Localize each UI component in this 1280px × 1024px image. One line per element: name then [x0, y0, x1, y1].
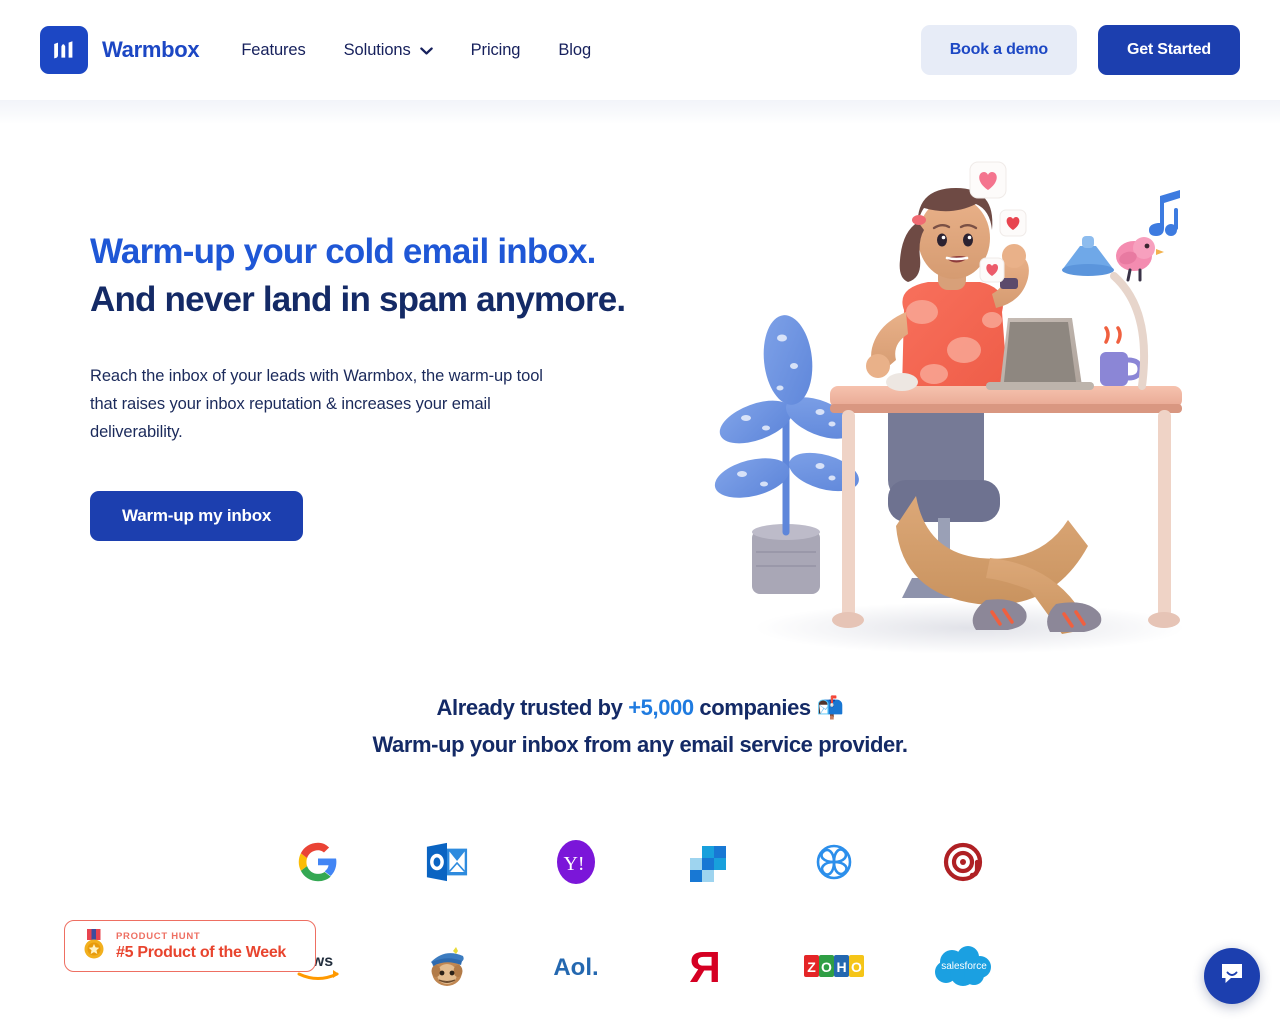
woman-at-desk-with-laptop-illustration: [690, 160, 1210, 680]
mailchimp-logo-icon: [382, 928, 511, 1004]
trusted-by-section: Already trusted by +5,000 companies 📬 Wa…: [0, 690, 1280, 763]
provider-logo-grid: Y! aws Aol. Я Z O H O salesforce: [0, 810, 1280, 1018]
nav-item-pricing[interactable]: Pricing: [471, 41, 521, 60]
svg-text:Y!: Y!: [563, 853, 584, 875]
book-a-demo-button[interactable]: Book a demo: [920, 25, 1077, 75]
sendinblue-logo-icon: [769, 824, 898, 900]
hero-copy: Warm-up your cold email inbox. And never…: [90, 228, 650, 541]
heart-sticker-medium: [999, 209, 1027, 237]
coffee-mug: [1100, 326, 1143, 386]
google-logo-icon: [253, 824, 382, 900]
bird: [1116, 237, 1164, 282]
header-actions: Book a demo Get Started: [920, 25, 1240, 75]
get-started-button[interactable]: Get Started: [1097, 25, 1240, 75]
chat-launcher-button[interactable]: [1204, 948, 1260, 1004]
mailbox-icon: 📬: [816, 695, 844, 720]
product-hunt-text: PRODUCT HUNT #5 Product of the Week: [116, 930, 286, 963]
warm-up-my-inbox-button[interactable]: Warm-up my inbox: [90, 491, 304, 541]
chat-bubble-icon: [1219, 961, 1245, 992]
mailgun-logo-icon: [898, 824, 1027, 900]
svg-text:H: H: [836, 959, 846, 975]
salesforce-logo-icon: salesforce: [898, 928, 1027, 1004]
chevron-down-icon: [419, 41, 433, 60]
main-nav: Features Solutions Pricing Blog: [241, 41, 591, 60]
trusted-by-subheadline: Warm-up your inbox from any email servic…: [372, 732, 908, 757]
nav-label: Blog: [558, 40, 592, 59]
site-header: Warmbox Features Solutions Pricing Blog …: [0, 0, 1280, 100]
svg-text:O: O: [851, 959, 862, 975]
brand-logo[interactable]: Warmbox: [40, 26, 200, 74]
brand-name: Warmbox: [102, 37, 200, 62]
heart-sticker-large: [969, 161, 1007, 199]
zoho-logo-icon: Z O H O: [769, 928, 898, 1004]
product-hunt-title: #5 Product of the Week: [116, 943, 287, 961]
svg-text:salesforce: salesforce: [941, 961, 987, 972]
outlook-logo-icon: [382, 824, 511, 900]
yahoo-logo-icon: Y!: [511, 824, 640, 900]
product-hunt-kicker: PRODUCT HUNT: [116, 930, 201, 942]
yandex-logo-icon: Я: [640, 928, 769, 1004]
nav-label: Pricing: [470, 40, 521, 59]
svg-text:Z: Z: [807, 959, 816, 975]
trust-company-count: +5,000: [628, 695, 694, 720]
microsoft365-logo-icon: [640, 824, 769, 900]
trusted-by-headline: Already trusted by +5,000 companies 📬: [0, 690, 1280, 726]
hero-section: Warm-up your cold email inbox. And never…: [0, 100, 1280, 660]
hero-headline-line2: And never land in spam anymore.: [90, 280, 626, 319]
heart-sticker-small: [979, 257, 1005, 283]
nav-label: Solutions: [343, 40, 411, 59]
svg-text:Aol.: Aol.: [553, 954, 598, 981]
hero-headline-line1: Warm-up your cold email inbox.: [90, 232, 596, 271]
header-shadow-band: [0, 100, 1280, 124]
nav-item-features[interactable]: Features: [241, 41, 305, 60]
nav-item-blog[interactable]: Blog: [558, 41, 591, 60]
trust-suffix: companies: [693, 695, 817, 720]
computer-mouse: [886, 373, 918, 391]
provider-logo-row-1: Y!: [0, 810, 1280, 914]
nav-label: Features: [241, 40, 306, 59]
product-hunt-badge[interactable]: PRODUCT HUNT #5 Product of the Week: [64, 920, 316, 972]
warmbox-logo-icon: [40, 26, 88, 74]
svg-text:Я: Я: [689, 943, 721, 990]
medal-icon: [83, 928, 105, 965]
svg-text:O: O: [821, 959, 832, 975]
aol-logo-icon: Aol.: [511, 928, 640, 1004]
potted-plant: [714, 315, 859, 594]
hero-subtext: Reach the inbox of your leads with Warmb…: [90, 367, 543, 441]
trust-prefix: Already trusted by: [436, 695, 629, 720]
music-note-icon: [1149, 190, 1180, 236]
nav-item-solutions[interactable]: Solutions: [344, 41, 433, 60]
